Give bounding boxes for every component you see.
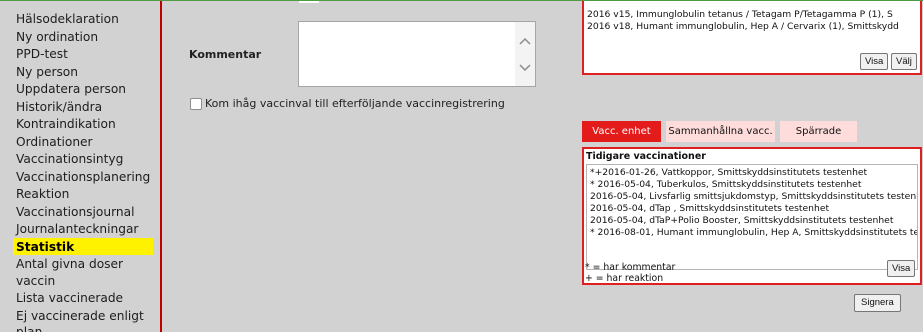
remember-checkbox[interactable] bbox=[190, 98, 202, 110]
sidebar-item-hälsodeklaration[interactable]: Hälsodeklaration bbox=[13, 10, 153, 28]
scroll-up-icon[interactable] bbox=[519, 35, 531, 47]
history-title: Tidigare vaccinationer bbox=[586, 151, 706, 162]
sidebar-item-lista-vaccinerade[interactable]: Lista vaccinerade bbox=[13, 289, 153, 307]
sidebar-item-vaccinationsintyg[interactable]: Vaccinationsintyg bbox=[13, 150, 153, 168]
previous-vaccinations-panel: Tidigare vaccinationer *+2016-01-26, Vat… bbox=[582, 147, 922, 285]
vaccine-list-rows[interactable]: 2016 v15, Immunglobulin tetanus / Tetaga… bbox=[587, 9, 921, 33]
sidebar-item-ny-person[interactable]: Ny person bbox=[13, 63, 153, 81]
legend-reaction: + = har reaktion bbox=[585, 273, 663, 284]
history-list-item[interactable]: 2016-05-04, Livsfarlig smittsjukdomstyp,… bbox=[590, 191, 917, 203]
remember-label: Kom ihåg vaccinval till efterföljande va… bbox=[205, 97, 505, 110]
select-vaccine-button[interactable]: Välj bbox=[891, 53, 917, 70]
history-list-item[interactable]: * 2016-08-01, Humant immunglobulin, Hep … bbox=[590, 227, 917, 239]
history-rows[interactable]: *+2016-01-26, Vattkoppor, Smittskyddsins… bbox=[587, 165, 917, 239]
vaccination-tabs: Vacc. enhet Sammanhållna vacc. Spärrade bbox=[582, 121, 857, 142]
vaccine-list-item[interactable]: 2016 v18, Humant immunglobulin, Hep A / … bbox=[587, 21, 921, 33]
sidebar-item-vaccinationsplanering[interactable]: Vaccinationsplanering bbox=[13, 168, 153, 186]
comment-scrollbar[interactable] bbox=[515, 22, 535, 86]
show-history-button[interactable]: Visa bbox=[887, 260, 915, 277]
tab-vacc-enhet[interactable]: Vacc. enhet bbox=[582, 121, 661, 142]
vaccine-list-item[interactable]: 2016 v15, Immunglobulin tetanus / Tetaga… bbox=[587, 9, 921, 21]
main-content: Kommentar Kom ihåg vaccinval till efterf… bbox=[162, 1, 923, 332]
top-input-edge bbox=[299, 1, 319, 3]
sidebar-item-reaktion[interactable]: Reaktion bbox=[13, 185, 153, 203]
comment-textarea[interactable] bbox=[298, 21, 536, 87]
sidebar-item-historik-ändra[interactable]: Historik/ändra bbox=[13, 98, 153, 116]
sidebar-item-vaccinationsjournal[interactable]: Vaccinationsjournal bbox=[13, 203, 153, 221]
sidebar-item-ppd-test[interactable]: PPD-test bbox=[13, 45, 153, 63]
history-list-item[interactable]: * 2016-05-04, Tuberkulos, Smittskyddsins… bbox=[590, 179, 917, 191]
comment-label: Kommentar bbox=[189, 48, 261, 61]
tab-sparrade[interactable]: Spärrade bbox=[780, 121, 857, 142]
remember-vaccine-choice[interactable]: Kom ihåg vaccinval till efterföljande va… bbox=[190, 97, 505, 110]
sidebar-item-ny-ordination[interactable]: Ny ordination bbox=[13, 28, 153, 46]
sidebar-item-journalanteckningar[interactable]: Journalanteckningar bbox=[13, 220, 153, 238]
sidebar-item-ej-vaccinerade-enligt-plan[interactable]: Ej vaccinerade enligt plan bbox=[13, 307, 153, 332]
sidebar-item-statistik[interactable]: Statistik bbox=[13, 238, 153, 256]
sidebar: HälsodeklarationNy ordinationPPD-testNy … bbox=[0, 1, 160, 332]
sidebar-item-uppdatera-person[interactable]: Uppdatera person bbox=[13, 80, 153, 98]
tab-sammanhallna-vacc[interactable]: Sammanhållna vacc. bbox=[666, 121, 775, 142]
history-list-item[interactable]: 2016-05-04, dTap , Smittskyddsinstitutet… bbox=[590, 203, 917, 215]
history-list-item[interactable]: *+2016-01-26, Vattkoppor, Smittskyddsins… bbox=[590, 167, 917, 179]
vaccine-selection-list[interactable]: 2016 v15, Immunglobulin tetanus / Tetaga… bbox=[582, 1, 922, 75]
show-vaccine-button[interactable]: Visa bbox=[860, 53, 888, 70]
legend-comment: * = har kommentar bbox=[585, 262, 675, 273]
sidebar-item-antal-givna-doser-vaccin[interactable]: Antal givna doser vaccin bbox=[13, 255, 153, 289]
sidebar-item-ordinationer[interactable]: Ordinationer bbox=[13, 133, 153, 151]
scroll-down-icon[interactable] bbox=[519, 62, 531, 74]
sign-button[interactable]: Signera bbox=[854, 294, 901, 312]
previous-vaccinations-list[interactable]: *+2016-01-26, Vattkoppor, Smittskyddsins… bbox=[586, 164, 918, 270]
history-list-item[interactable]: 2016-05-04, dTaP+Polio Booster, Smittsky… bbox=[590, 215, 917, 227]
sidebar-item-kontraindikation[interactable]: Kontraindikation bbox=[13, 115, 153, 133]
